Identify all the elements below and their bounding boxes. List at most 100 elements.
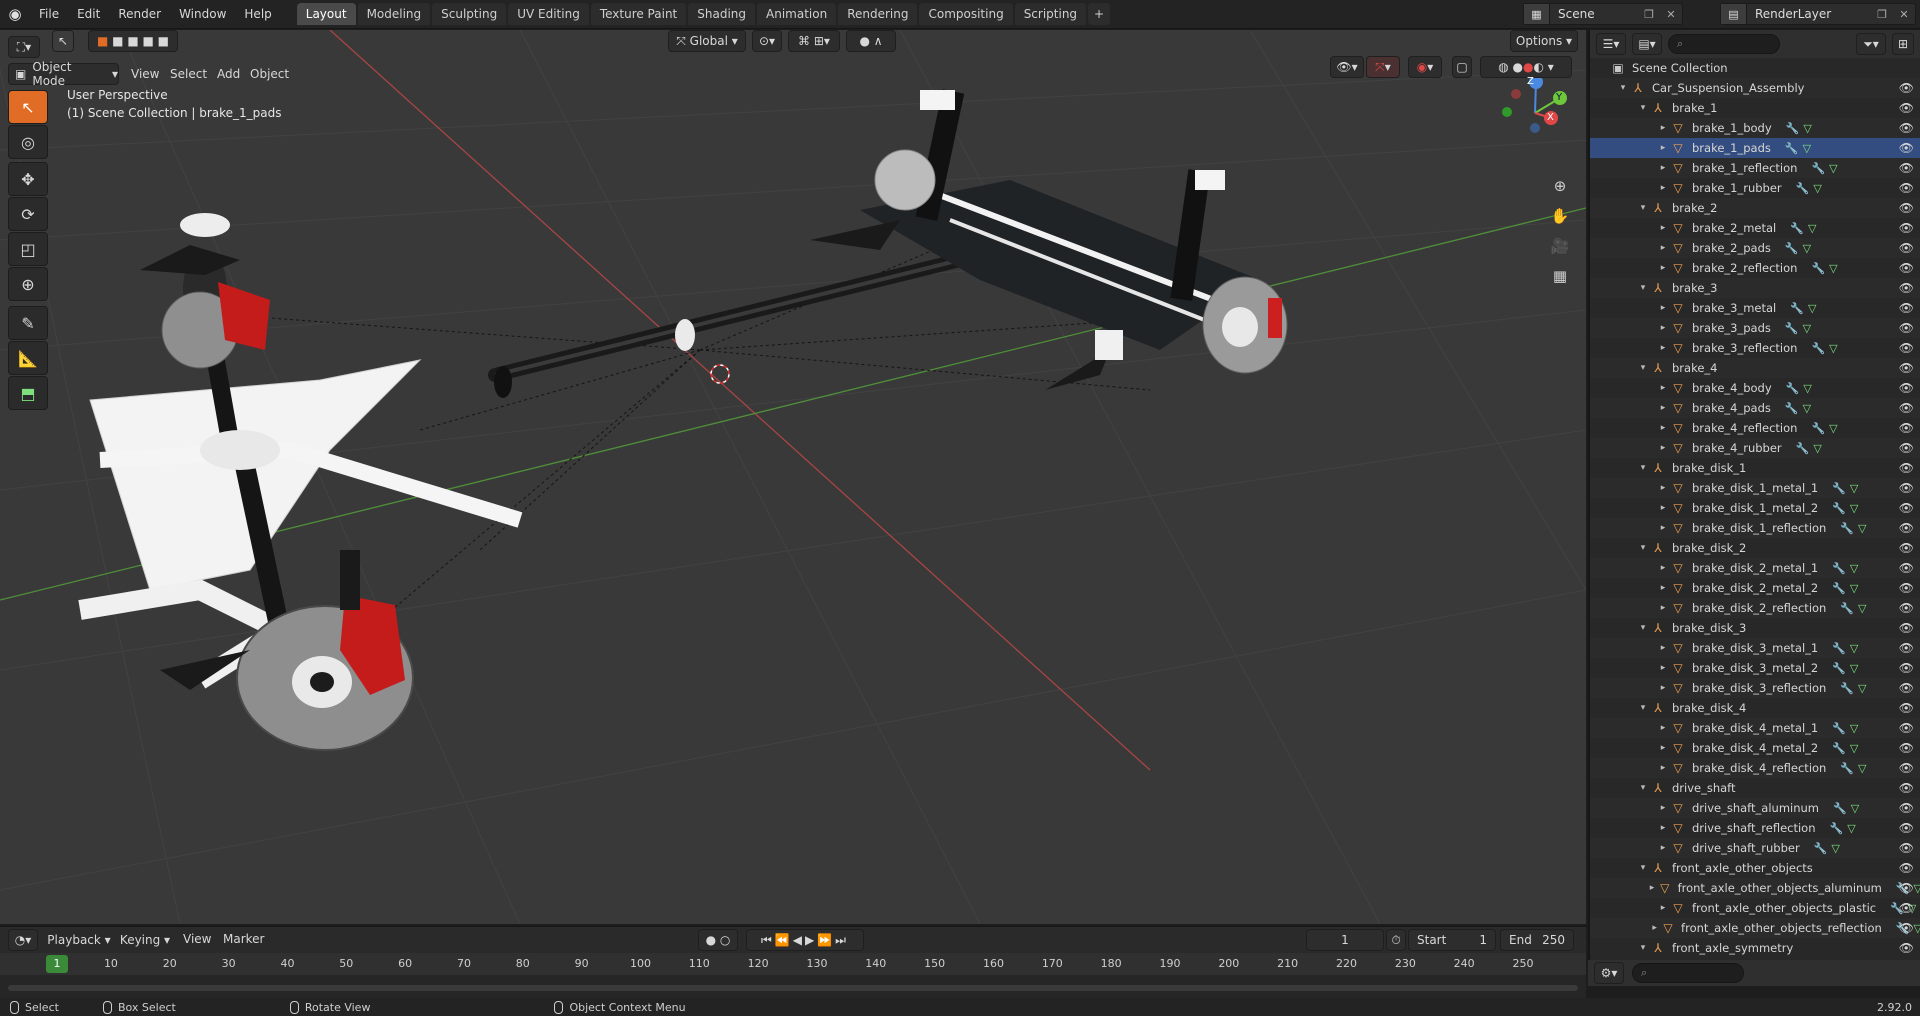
expand-arrow-icon[interactable]: ▾ xyxy=(1636,623,1650,633)
collapse-arrow-icon[interactable]: ▸ xyxy=(1656,483,1670,493)
visibility-eye-icon[interactable]: 👁 xyxy=(1899,821,1914,835)
outliner-row[interactable]: ▾ ⅄ brake_disk_3 👁 xyxy=(1590,618,1920,638)
mesh-data-icon[interactable]: ▽ xyxy=(1803,122,1811,135)
mesh-data-icon[interactable]: ▽ xyxy=(1858,522,1866,535)
visibility-eye-icon[interactable]: 👁 xyxy=(1899,501,1914,515)
add-menu[interactable]: Add xyxy=(217,63,240,85)
outliner-row[interactable]: ▾ ⅄ brake_2 👁 xyxy=(1590,198,1920,218)
tab-texture-paint[interactable]: Texture Paint xyxy=(590,3,687,25)
outliner-row[interactable]: ▸ ▽ brake_2_reflection 🔧 ▽ 👁 xyxy=(1590,258,1920,278)
outliner-row[interactable]: ▸ ▽ brake_2_pads 🔧 ▽ 👁 xyxy=(1590,238,1920,258)
display-mode-icon[interactable]: ▤▾ xyxy=(1632,33,1662,55)
mesh-data-icon[interactable]: ▽ xyxy=(1850,722,1858,735)
camera-view-icon[interactable]: 🎥 xyxy=(1546,232,1574,260)
collapse-arrow-icon[interactable]: ▸ xyxy=(1656,803,1670,813)
playback-controls[interactable]: ⏮⏪◀▶⏩⏭ xyxy=(746,929,864,951)
visibility-eye-icon[interactable]: 👁 xyxy=(1899,141,1914,155)
visibility-eye-icon[interactable]: 👁 xyxy=(1899,601,1914,615)
rear-axle-assembly[interactable] xyxy=(810,89,1288,390)
outliner-row[interactable]: ▸ ▽ brake_4_pads 🔧 ▽ 👁 xyxy=(1590,398,1920,418)
visibility-eye-icon[interactable]: 👁 xyxy=(1899,941,1914,955)
visibility-eye-icon[interactable]: 👁 xyxy=(1899,261,1914,275)
modifier-icon[interactable]: 🔧 ▽ xyxy=(1790,302,1816,315)
modifier-icon[interactable]: 🔧 ▽ xyxy=(1840,522,1866,535)
visibility-eye-icon[interactable]: 👁 xyxy=(1899,201,1914,215)
outliner-row[interactable]: ▾ ⅄ brake_1 👁 xyxy=(1590,98,1920,118)
mesh-data-icon[interactable]: ▽ xyxy=(1850,502,1858,515)
menu-window[interactable]: Window xyxy=(170,0,235,29)
snap-icon[interactable]: ⌘ ⊞▾ xyxy=(788,30,840,52)
collapse-arrow-icon[interactable]: ▸ xyxy=(1656,443,1670,453)
collapse-arrow-icon[interactable]: ▸ xyxy=(1648,923,1660,933)
outliner-row[interactable]: ▸ ▽ brake_disk_2_reflection 🔧 ▽ 👁 xyxy=(1590,598,1920,618)
modifier-icon[interactable]: 🔧 ▽ xyxy=(1832,642,1858,655)
expand-arrow-icon[interactable]: ▾ xyxy=(1636,943,1650,953)
new-layer-icon[interactable]: ❐ xyxy=(1871,8,1893,21)
collapse-arrow-icon[interactable]: ▸ xyxy=(1646,883,1658,893)
visibility-eye-icon[interactable]: 👁 xyxy=(1899,101,1914,115)
measure-tool-icon[interactable]: 📐 xyxy=(8,341,48,375)
collapse-arrow-icon[interactable]: ▸ xyxy=(1656,743,1670,753)
collapse-arrow-icon[interactable]: ▸ xyxy=(1656,323,1670,333)
visibility-eye-icon[interactable]: 👁 xyxy=(1899,181,1914,195)
outliner-row[interactable]: ▸ ▽ front_axle_other_objects_aluminum 🔧 ▽ 👁 xyxy=(1590,878,1920,898)
modifier-icon[interactable]: 🔧 ▽ xyxy=(1785,322,1811,335)
outliner-row[interactable]: ▸ ▽ brake_disk_1_reflection 🔧 ▽ 👁 xyxy=(1590,518,1920,538)
visibility-eye-icon[interactable]: 👁 xyxy=(1899,361,1914,375)
tab-shading[interactable]: Shading xyxy=(688,3,755,25)
collapse-arrow-icon[interactable]: ▸ xyxy=(1656,163,1670,173)
timeline-track-area[interactable] xyxy=(0,975,1586,999)
new-scene-icon[interactable]: ❐ xyxy=(1638,8,1660,21)
visibility-eye-icon[interactable]: 👁 xyxy=(1899,241,1914,255)
mesh-data-icon[interactable]: ▽ xyxy=(1850,662,1858,675)
visibility-eye-icon[interactable]: 👁 xyxy=(1899,721,1914,735)
scale-tool-icon[interactable]: ◰ xyxy=(8,232,48,266)
outliner-row[interactable]: ▸ ▽ brake_disk_4_reflection 🔧 ▽ 👁 xyxy=(1590,758,1920,778)
selection-mode-buttons[interactable]: ■ ■ ■ ■ ■ xyxy=(88,30,178,52)
outliner-row[interactable]: ▸ ▽ brake_3_reflection 🔧 ▽ 👁 xyxy=(1590,338,1920,358)
outliner-row[interactable]: ▸ ▽ brake_1_body 🔧 ▽ 👁 xyxy=(1590,118,1920,138)
outliner-row[interactable]: ▸ ▽ brake_3_metal 🔧 ▽ 👁 xyxy=(1590,298,1920,318)
scene-selector[interactable]: ▦ Scene ❐ ✕ xyxy=(1523,3,1683,25)
outliner-row[interactable]: ▸ ▽ brake_disk_2_metal_1 🔧 ▽ 👁 xyxy=(1590,558,1920,578)
outliner-row[interactable]: ▾ ⅄ front_axle_other_objects 👁 xyxy=(1590,858,1920,878)
modifier-icon[interactable]: 🔧 ▽ xyxy=(1786,122,1812,135)
menu-file[interactable]: File xyxy=(30,0,68,29)
outliner-row[interactable]: ▸ ▽ brake_4_body 🔧 ▽ 👁 xyxy=(1590,378,1920,398)
outliner-row[interactable]: ▾ ⅄ front_axle_symmetry 👁 xyxy=(1590,938,1920,958)
tab-scripting[interactable]: Scripting xyxy=(1014,3,1087,25)
collapse-arrow-icon[interactable]: ▸ xyxy=(1656,123,1670,133)
outliner-row[interactable]: ▾ ⅄ brake_3 👁 xyxy=(1590,278,1920,298)
visibility-eye-icon[interactable]: 👁 xyxy=(1899,541,1914,555)
modifier-icon[interactable]: 🔧 ▽ xyxy=(1840,682,1866,695)
modifier-icon[interactable]: 🔧 ▽ xyxy=(1785,402,1811,415)
collapse-arrow-icon[interactable]: ▸ xyxy=(1656,263,1670,273)
visibility-eye-icon[interactable]: 👁 xyxy=(1899,441,1914,455)
mesh-data-icon[interactable]: ▽ xyxy=(1858,762,1866,775)
gizmo-toggle-icon[interactable]: ⤧ ▾ xyxy=(1366,56,1400,78)
menu-render[interactable]: Render xyxy=(109,0,170,29)
visibility-eye-icon[interactable]: 👁 xyxy=(1899,321,1914,335)
mesh-data-icon[interactable]: ▽ xyxy=(1829,162,1837,175)
outliner-row[interactable]: ▸ ▽ drive_shaft_reflection 🔧 ▽ 👁 xyxy=(1590,818,1920,838)
outliner-row[interactable]: ▸ ▽ brake_1_reflection 🔧 ▽ 👁 xyxy=(1590,158,1920,178)
outliner-row[interactable]: ▸ ▽ brake_4_rubber 🔧 ▽ 👁 xyxy=(1590,438,1920,458)
mesh-data-icon[interactable]: ▽ xyxy=(1803,142,1811,155)
modifier-icon[interactable]: 🔧 ▽ xyxy=(1832,482,1858,495)
overlays-icon[interactable]: ◉ ▾ xyxy=(1408,56,1442,78)
annotate-tool-icon[interactable]: ✎ xyxy=(8,306,48,340)
blender-logo-icon[interactable]: ◉ xyxy=(0,0,30,29)
visibility-eye-icon[interactable]: 👁 xyxy=(1899,761,1914,775)
select-box-icon[interactable]: ↖ xyxy=(52,30,74,52)
keying-menu[interactable]: Keying ▾ xyxy=(116,929,174,951)
modifier-icon[interactable]: 🔧 ▽ xyxy=(1833,802,1859,815)
outliner-row[interactable]: ▾ ⅄ brake_disk_2 👁 xyxy=(1590,538,1920,558)
visibility-eye-icon[interactable]: 👁 xyxy=(1899,161,1914,175)
visibility-eye-icon[interactable]: 👁 xyxy=(1899,81,1914,95)
collapse-arrow-icon[interactable]: ▸ xyxy=(1656,663,1670,673)
mesh-data-icon[interactable]: ▽ xyxy=(1850,582,1858,595)
transform-tool-icon[interactable]: ⊕ xyxy=(8,267,48,301)
visibility-eye-icon[interactable]: 👁 xyxy=(1899,461,1914,475)
mesh-data-icon[interactable]: ▽ xyxy=(1803,322,1811,335)
collapse-arrow-icon[interactable]: ▸ xyxy=(1656,183,1670,193)
